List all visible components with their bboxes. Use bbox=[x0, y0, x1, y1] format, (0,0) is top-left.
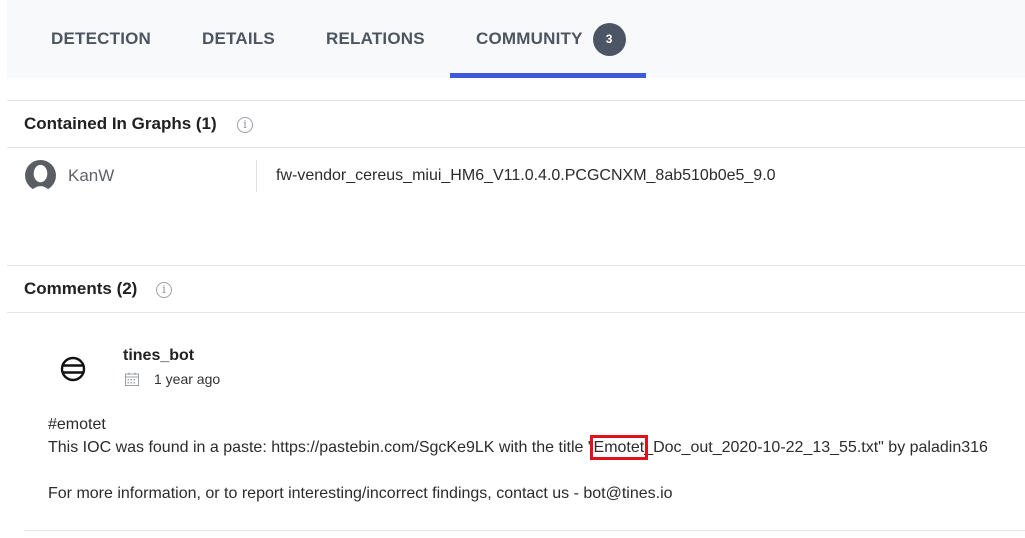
comment-body-line: For more information, or to report inter… bbox=[48, 485, 673, 502]
graph-name-link[interactable]: fw-vendor_cereus_miui_HM6_V11.0.4.0.PCGC… bbox=[276, 167, 776, 185]
calendar-icon bbox=[125, 372, 139, 386]
community-count-badge: 3 bbox=[592, 22, 626, 56]
tab-label: COMMUNITY bbox=[476, 29, 583, 48]
tab-label: RELATIONS bbox=[326, 29, 425, 48]
tab-label: DETECTION bbox=[51, 29, 152, 48]
info-icon[interactable]: i bbox=[237, 117, 253, 133]
graph-author-link[interactable]: KanW bbox=[68, 166, 114, 186]
comment-body-line: This IOC was found in a paste: https://p… bbox=[48, 435, 988, 460]
bot-avatar-icon bbox=[60, 356, 86, 382]
column-divider bbox=[256, 160, 257, 192]
divider bbox=[7, 100, 1025, 101]
comment-author-link[interactable]: tines_bot bbox=[123, 347, 194, 365]
tab-community[interactable]: COMMUNITY 3 bbox=[476, 0, 626, 78]
comment-text: This IOC was found in a paste: https://p… bbox=[48, 439, 594, 456]
comment-tag[interactable]: #emotet bbox=[48, 416, 106, 434]
divider bbox=[24, 530, 1025, 531]
tab-label: DETAILS bbox=[202, 29, 275, 48]
divider bbox=[7, 147, 1025, 148]
active-tab-indicator bbox=[450, 73, 646, 78]
user-avatar-icon bbox=[25, 160, 56, 191]
tab-details[interactable]: DETAILS bbox=[202, 0, 275, 78]
highlighted-keyword: Emotet bbox=[589, 435, 649, 460]
comments-section-title: Comments (2) bbox=[24, 279, 138, 298]
divider bbox=[7, 265, 1025, 266]
tab-relations[interactable]: RELATIONS bbox=[326, 0, 425, 78]
info-icon[interactable]: i bbox=[156, 282, 172, 298]
comment-text: _Doc_out_2020-10-22_13_55.txt" by paladi… bbox=[644, 439, 988, 456]
comment-date: 1 year ago bbox=[154, 371, 221, 387]
graphs-section-title: Contained In Graphs (1) bbox=[24, 114, 217, 133]
divider bbox=[7, 312, 1025, 313]
tab-detection[interactable]: DETECTION bbox=[51, 0, 151, 78]
